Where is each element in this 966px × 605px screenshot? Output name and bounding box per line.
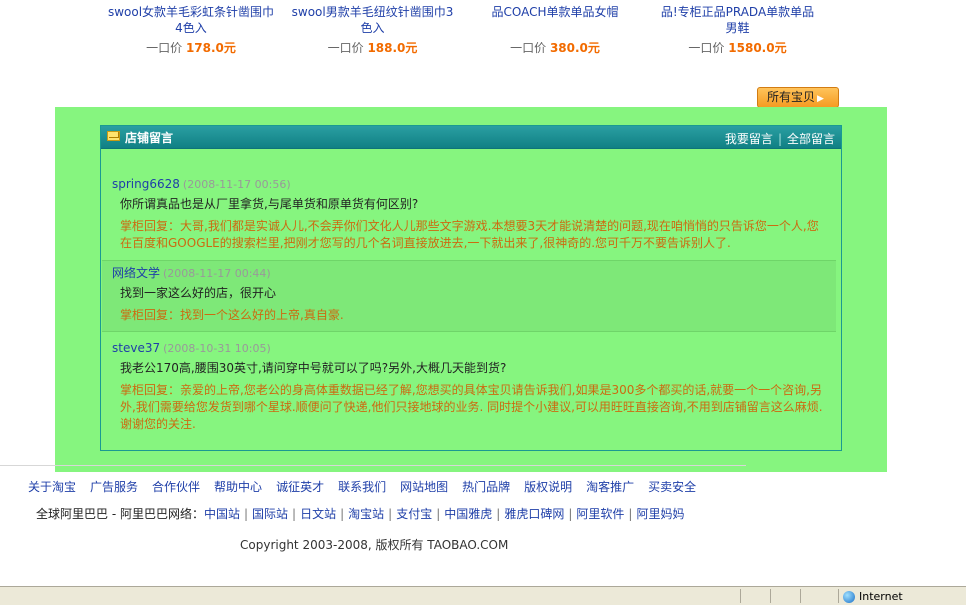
price-label: 一口价 bbox=[688, 41, 725, 55]
message-item: 网络文学 (2008-11-17 00:44) 找到一家这么好的店，很开心 掌柜回… bbox=[102, 260, 836, 332]
mail-icon bbox=[107, 131, 120, 141]
product-title[interactable]: swool男款羊毛纽纹针凿围巾3色入 bbox=[290, 4, 455, 36]
all-items-button[interactable]: 所有宝贝 ▶ bbox=[757, 87, 839, 108]
footer-link-sitemap[interactable]: 网站地图 bbox=[400, 480, 448, 494]
message-author[interactable]: 网络文学 bbox=[112, 266, 160, 280]
message-question: 找到一家这么好的店，很开心 bbox=[120, 286, 277, 300]
message-author-line: steve37 (2008-10-31 10:05) bbox=[112, 341, 828, 356]
footer-link-contact[interactable]: 联系我们 bbox=[338, 480, 386, 494]
separator: | bbox=[496, 507, 501, 521]
price-value: 188.0元 bbox=[367, 41, 418, 55]
guestbook-panel: 店铺留言 我要留言 | 全部留言 spring6628 (2008-11-17 00:… bbox=[100, 125, 842, 451]
message-author[interactable]: spring6628 bbox=[112, 177, 180, 191]
network-link[interactable]: 支付宝 bbox=[396, 507, 432, 521]
footer-network: 全球阿里巴巴 - 阿里巴巴网络：中国站 | 国际站 | 日文站 | 淘宝站 | 支付宝 | 中国雅虎… bbox=[36, 505, 684, 522]
price-label: 一口价 bbox=[327, 41, 364, 55]
footer-link-affiliate[interactable]: 淘客推广 bbox=[586, 480, 634, 494]
separator: | bbox=[568, 507, 573, 521]
security-zone: Internet bbox=[843, 590, 903, 603]
separator: | bbox=[436, 507, 441, 521]
message-time: (2008-11-17 00:56) bbox=[182, 178, 291, 191]
message-author-line: spring6628 (2008-11-17 00:56) bbox=[112, 177, 828, 192]
price-value: 178.0元 bbox=[185, 41, 236, 55]
product-item[interactable]: 品COACH单款单品女帽 一口价 380.0元 bbox=[470, 4, 640, 55]
network-link[interactable]: 阿里软件 bbox=[576, 507, 624, 521]
footer-link-jobs[interactable]: 诚征英才 bbox=[276, 480, 324, 494]
status-divider bbox=[740, 589, 741, 603]
separator: | bbox=[388, 507, 393, 521]
product-title[interactable]: 品COACH单款单品女帽 bbox=[470, 4, 640, 20]
globe-icon bbox=[843, 591, 855, 603]
all-messages-link[interactable]: 全部留言 bbox=[787, 132, 835, 146]
message-author-line: 网络文学 (2008-11-17 00:44) bbox=[112, 266, 828, 281]
message-time: (2008-10-31 10:05) bbox=[163, 342, 271, 355]
product-item[interactable]: swool女款羊毛彩虹条针凿围巾4色入 一口价 178.0元 bbox=[106, 4, 276, 55]
message-question: 你所谓真品也是从厂里拿货,与尾单货和原单货有何区别? bbox=[120, 197, 419, 211]
network-link[interactable]: 中国站 bbox=[204, 507, 240, 521]
separator: | bbox=[292, 507, 297, 521]
product-title[interactable]: 品!专柜正品PRADA单款单品男鞋 bbox=[655, 4, 820, 36]
footer-divider bbox=[0, 465, 746, 466]
guestbook-title: 店铺留言 bbox=[125, 131, 174, 145]
status-divider bbox=[838, 589, 839, 603]
message-question: 我老公170高,腰围30英寸,请问穿中号就可以了吗?另外,大概几天能到货? bbox=[120, 361, 507, 375]
price-value: 380.0元 bbox=[549, 41, 600, 55]
arrow-right-icon: ▶ bbox=[817, 94, 824, 104]
price-label: 一口价 bbox=[510, 41, 547, 55]
network-link[interactable]: 日文站 bbox=[300, 507, 336, 521]
footer-link-about[interactable]: 关于淘宝 bbox=[28, 480, 76, 494]
product-strip: swool女款羊毛彩虹条针凿围巾4色入 一口价 178.0元 swool男款羊毛… bbox=[0, 0, 966, 60]
product-title[interactable]: swool女款羊毛彩虹条针凿围巾4色入 bbox=[106, 4, 276, 36]
price-label: 一口价 bbox=[146, 41, 183, 55]
footer-link-partners[interactable]: 合作伙伴 bbox=[152, 480, 200, 494]
guestbook-header: 店铺留言 我要留言 | 全部留言 bbox=[101, 126, 841, 149]
message-reply: 掌柜回复：大哥,我们都是实诚人儿,不会弄你们文化人儿那些文字游戏.本想要3天才能… bbox=[120, 219, 819, 250]
message-item: steve37 (2008-10-31 10:05) 我老公170高,腰围30英寸… bbox=[102, 341, 836, 433]
product-price: 一口价 178.0元 bbox=[106, 41, 276, 55]
network-link[interactable]: 中国雅虎 bbox=[444, 507, 492, 521]
footer-link-ads[interactable]: 广告服务 bbox=[90, 480, 138, 494]
status-divider bbox=[770, 589, 771, 603]
product-item[interactable]: swool男款羊毛纽纹针凿围巾3色入 一口价 188.0元 bbox=[290, 4, 455, 55]
browser-status-bar: Internet bbox=[0, 586, 966, 605]
zone-label: Internet bbox=[859, 590, 903, 603]
product-price: 一口价 380.0元 bbox=[470, 41, 640, 55]
network-label: 全球阿里巴巴 - 阿里巴巴网络： bbox=[36, 507, 204, 521]
network-link[interactable]: 淘宝站 bbox=[348, 507, 384, 521]
separator: | bbox=[243, 507, 249, 521]
separator: | bbox=[777, 132, 782, 146]
footer-link-help[interactable]: 帮助中心 bbox=[214, 480, 262, 494]
network-link[interactable]: 阿里妈妈 bbox=[636, 507, 684, 521]
write-message-link[interactable]: 我要留言 bbox=[725, 132, 773, 146]
separator: | bbox=[340, 507, 345, 521]
message-reply: 掌柜回复：找到一个这么好的上帝,真自豪. bbox=[120, 308, 344, 322]
price-value: 1580.0元 bbox=[728, 41, 787, 55]
message-time: (2008-11-17 00:44) bbox=[163, 267, 271, 280]
product-item[interactable]: 品!专柜正品PRADA单款单品男鞋 一口价 1580.0元 bbox=[655, 4, 820, 55]
message-author[interactable]: steve37 bbox=[112, 341, 160, 355]
footer-link-brands[interactable]: 热门品牌 bbox=[462, 480, 510, 494]
footer-nav: 关于淘宝 广告服务 合作伙伴 帮助中心 诚征英才 联系我们 网站地图 热门品牌 版权说明 淘客推广… bbox=[28, 478, 710, 495]
message-reply: 掌柜回复：亲爱的上帝,您老公的身高体重数据已经了解,您想买的具体宝贝请告诉我们,… bbox=[120, 383, 823, 431]
separator: | bbox=[628, 507, 633, 521]
product-price: 一口价 1580.0元 bbox=[655, 41, 820, 55]
network-link[interactable]: 雅虎口碑网 bbox=[504, 507, 564, 521]
product-price: 一口价 188.0元 bbox=[290, 41, 455, 55]
copyright-text: Copyright 2003-2008, 版权所有 TAOBAO.COM bbox=[240, 538, 509, 552]
message-item: spring6628 (2008-11-17 00:56) 你所谓真品也是从厂里拿… bbox=[102, 177, 836, 252]
guestbook-links: 我要留言 | 全部留言 bbox=[725, 130, 835, 147]
network-link[interactable]: 国际站 bbox=[252, 507, 288, 521]
all-items-label: 所有宝贝 bbox=[767, 90, 816, 104]
status-divider bbox=[800, 589, 801, 603]
footer-link-security[interactable]: 买卖安全 bbox=[648, 480, 696, 494]
footer-link-copyright[interactable]: 版权说明 bbox=[524, 480, 572, 494]
